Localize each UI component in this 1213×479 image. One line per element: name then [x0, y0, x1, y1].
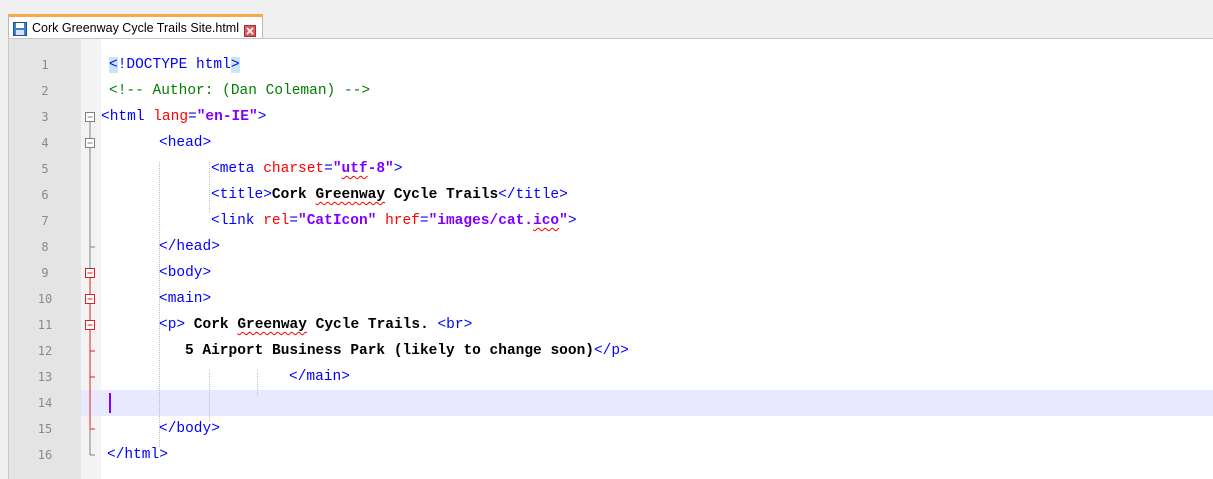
file-tab[interactable]: Cork Greenway Cycle Trails Site.html: [8, 14, 264, 38]
code-line-8: </head>: [159, 239, 220, 255]
code-line-9: <body>: [159, 265, 212, 281]
code-line-5: <meta charset="utf-8">: [211, 161, 403, 177]
tab-bar: Cork Greenway Cycle Trails Site.html: [0, 0, 1213, 38]
code-line-4: <head>: [159, 135, 212, 151]
code-line-3: <html lang="en-IE">: [101, 109, 267, 125]
close-icon[interactable]: [244, 22, 257, 37]
code-line-15: </body>: [159, 421, 220, 437]
code-line-16: </html>: [107, 447, 168, 463]
code-line-1: <!DOCTYPE html>: [109, 57, 240, 73]
code-line-7: <link rel="CatIcon" href="images/cat.ico…: [211, 213, 577, 229]
text-caret: [109, 393, 111, 413]
code-line-12: 5 Airport Business Park (likely to chang…: [185, 343, 629, 359]
code-line-13: </main>: [289, 369, 350, 385]
code-line-6: <title>Cork Greenway Cycle Trails</title…: [211, 187, 568, 203]
save-icon: [13, 21, 27, 36]
tab-title: Cork Greenway Cycle Trails Site.html: [32, 20, 240, 35]
code-line-10: <main>: [159, 291, 212, 307]
fold-markers: [85, 112, 95, 456]
code-line-11: <p> Cork Greenway Cycle Trails. <br>: [159, 317, 473, 333]
code-editor[interactable]: 1 2 3 4 5 6 7 8 9 10 11 12 13 14 15 16 <…: [8, 38, 1213, 479]
code-line-2: <!-- Author: (Dan Coleman) -->: [109, 83, 371, 99]
